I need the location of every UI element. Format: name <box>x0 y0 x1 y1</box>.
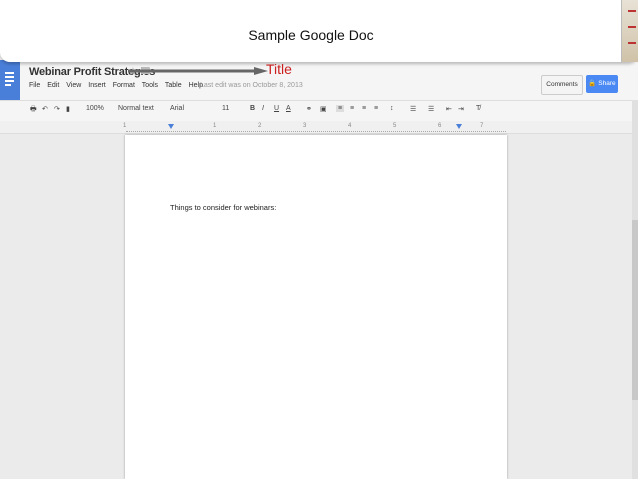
ruler-label: 3 <box>303 123 307 129</box>
ruler-label: 5 <box>393 123 397 129</box>
menu-edit[interactable]: Edit <box>47 82 59 89</box>
document-page[interactable]: Things to consider for webinars: <box>125 135 507 479</box>
ruler-label: 4 <box>348 123 352 129</box>
caption-title: Sample Google Doc <box>248 27 374 43</box>
side-strip <box>621 0 638 62</box>
indent-marker-icon[interactable] <box>168 124 174 129</box>
comment-icon[interactable]: ▣ <box>320 105 327 113</box>
caption-bar: Sample Google Doc <box>0 0 638 62</box>
share-button[interactable]: 🔒 Share <box>586 75 618 93</box>
scrollbar[interactable] <box>632 100 638 479</box>
font-select[interactable]: Arial <box>170 105 184 112</box>
docs-logo-icon[interactable] <box>0 60 20 100</box>
line-spacing-icon[interactable]: ↕ <box>390 105 394 112</box>
toolbar: 🖶 ↶ ↷ ▮ 100% Normal text Arial 11 B I U … <box>0 100 638 122</box>
paint-format-icon[interactable]: ▮ <box>66 105 70 113</box>
zoom-select[interactable]: 100% <box>86 105 104 112</box>
underline-icon[interactable]: U <box>274 105 279 112</box>
italic-icon[interactable]: I <box>262 105 264 112</box>
font-size-select[interactable]: 11 <box>222 105 229 112</box>
scroll-thumb[interactable] <box>632 220 638 400</box>
align-center-icon[interactable]: ≡ <box>350 105 354 112</box>
share-label: Share <box>598 80 616 87</box>
arrow-icon <box>128 67 268 75</box>
clear-formatting-icon[interactable]: T̸ <box>476 105 480 112</box>
menu-bar: File Edit View Insert Format Tools Table… <box>29 82 208 89</box>
undo-icon[interactable]: ↶ <box>42 105 48 113</box>
title-callout: Title <box>266 61 292 77</box>
ruler-label: 1 <box>213 123 217 129</box>
ruler: 1 1 2 3 4 5 6 7 <box>0 121 638 134</box>
ruler-label: 1 <box>123 123 127 129</box>
ruler-label: 7 <box>480 123 484 129</box>
redo-icon[interactable]: ↷ <box>54 105 60 113</box>
comments-button[interactable]: Comments <box>541 75 583 95</box>
style-select[interactable]: Normal text <box>118 105 154 112</box>
align-left-icon[interactable]: ≡ <box>336 105 345 112</box>
print-icon[interactable]: 🖶 <box>30 105 37 116</box>
bulleted-list-icon[interactable]: ☰ <box>428 105 434 113</box>
text-color-icon[interactable]: A <box>286 105 291 112</box>
menu-file[interactable]: File <box>29 82 40 89</box>
last-edit-status[interactable]: Last edit was on October 8, 2013 <box>200 82 303 89</box>
menu-insert[interactable]: Insert <box>88 82 106 89</box>
numbered-list-icon[interactable]: ☰ <box>410 105 416 113</box>
align-right-icon[interactable]: ≡ <box>362 105 366 112</box>
decrease-indent-icon[interactable]: ⇤ <box>446 105 452 113</box>
ruler-label: 2 <box>258 123 262 129</box>
align-justify-icon[interactable]: ≡ <box>374 105 378 112</box>
menu-format[interactable]: Format <box>113 82 135 89</box>
menu-tools[interactable]: Tools <box>142 82 158 89</box>
bold-icon[interactable]: B <box>250 105 255 112</box>
menu-view[interactable]: View <box>66 82 81 89</box>
document-text[interactable]: Things to consider for webinars: <box>170 203 276 212</box>
menu-table[interactable]: Table <box>165 82 182 89</box>
increase-indent-icon[interactable]: ⇥ <box>458 105 464 113</box>
ruler-label: 6 <box>438 123 442 129</box>
right-margin-marker-icon[interactable] <box>456 124 462 129</box>
link-icon[interactable]: ⚭ <box>306 105 312 113</box>
